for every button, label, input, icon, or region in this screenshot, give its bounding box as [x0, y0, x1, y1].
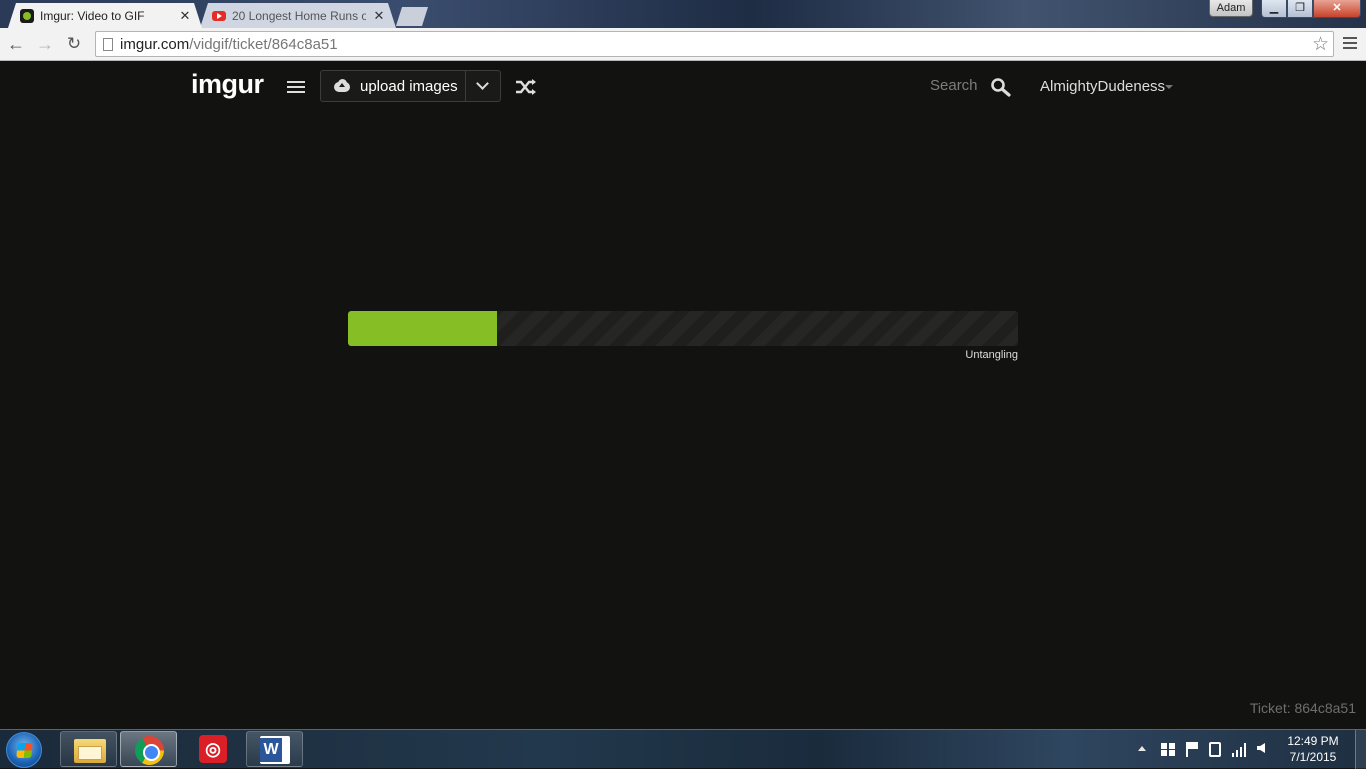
start-button[interactable] [6, 732, 42, 768]
ticket-id: Ticket: 864c8a51 [1249, 700, 1356, 716]
browser-title-bar: Imgur: Video to GIF ✕ 20 Longest Home Ru… [0, 0, 1366, 28]
windows-update-icon[interactable] [1161, 743, 1175, 756]
progress-fill [348, 311, 497, 346]
close-icon[interactable]: ✕ [372, 8, 386, 24]
window-controls: ▁ ❐ ✕ [1261, 0, 1361, 18]
profile-badge[interactable]: Adam [1209, 0, 1253, 17]
close-window-button[interactable]: ✕ [1313, 0, 1361, 18]
windows-taskbar: ◎ 12:49 PM 7/1/2015 [0, 729, 1366, 769]
upload-dropdown-button[interactable] [466, 71, 501, 101]
hamburger-menu-icon[interactable] [287, 81, 305, 95]
forward-arrow-icon[interactable]: → [34, 33, 56, 55]
network-signal-icon[interactable] [1232, 742, 1248, 757]
taskbar-chrome[interactable] [120, 731, 177, 767]
minimize-button[interactable]: ▁ [1261, 0, 1287, 18]
account-username[interactable]: AlmightyDudeness [1040, 78, 1165, 95]
chrome-menu-icon[interactable] [1343, 34, 1357, 52]
maximize-button[interactable]: ❐ [1287, 0, 1313, 18]
caret-down-icon[interactable] [1165, 85, 1173, 89]
word-icon [260, 736, 290, 764]
new-tab-button[interactable] [396, 7, 430, 26]
windows-explorer-icon [74, 739, 106, 763]
close-icon[interactable]: ✕ [178, 8, 192, 24]
url-text[interactable]: imgur.com/vidgif/ticket/864c8a51 [120, 36, 338, 53]
system-clock[interactable]: 12:49 PM 7/1/2015 [1284, 733, 1342, 765]
clock-date: 7/1/2015 [1289, 750, 1337, 764]
conversion-progress-bar [348, 311, 1018, 346]
tab-title: 20 Longest Home Runs of [232, 8, 366, 23]
back-arrow-icon[interactable]: ← [5, 33, 27, 55]
tab-imgur[interactable]: Imgur: Video to GIF ✕ [8, 3, 202, 28]
upload-images-button[interactable]: upload images [321, 71, 465, 101]
search-icon[interactable] [990, 77, 1012, 97]
taskbar-adobe-creative-cloud[interactable]: ◎ [185, 731, 242, 767]
chrome-icon [135, 736, 164, 765]
volume-icon[interactable] [1257, 743, 1265, 753]
tab-title: Imgur: Video to GIF [40, 8, 145, 23]
bookmark-star-icon[interactable]: ☆ [1312, 33, 1329, 56]
clock-time: 12:49 PM [1287, 734, 1339, 748]
upload-label: upload images [360, 77, 458, 95]
tab-youtube[interactable]: 20 Longest Home Runs of ✕ [200, 3, 396, 28]
show-hidden-icons-icon[interactable] [1138, 746, 1146, 751]
progress-status-text: Untangling [965, 349, 1018, 361]
page-icon [103, 38, 113, 51]
upload-images-button-group: upload images [320, 70, 501, 102]
address-bar[interactable]: imgur.com/vidgif/ticket/864c8a51 ☆ [95, 31, 1334, 57]
chevron-down-icon [476, 77, 489, 90]
power-icon[interactable] [1209, 742, 1221, 757]
imgur-favicon-icon [20, 9, 34, 23]
imgur-logo[interactable]: imgur [191, 69, 264, 100]
youtube-favicon-icon [212, 11, 226, 21]
show-desktop-button[interactable] [1355, 730, 1366, 769]
reload-icon[interactable]: ↻ [63, 33, 85, 55]
taskbar-explorer[interactable] [60, 731, 117, 767]
action-center-flag-icon[interactable] [1186, 742, 1198, 757]
browser-toolbar: ← → ↻ imgur.com/vidgif/ticket/864c8a51 ☆ [0, 28, 1366, 61]
taskbar-word[interactable] [246, 731, 303, 767]
shuffle-icon[interactable] [515, 78, 537, 96]
adobe-creative-cloud-icon: ◎ [199, 735, 227, 763]
imgur-page: imgur upload images Search AlmightyDuden… [0, 62, 1366, 729]
search-input[interactable]: Search [930, 77, 978, 94]
cloud-upload-icon [332, 79, 352, 93]
